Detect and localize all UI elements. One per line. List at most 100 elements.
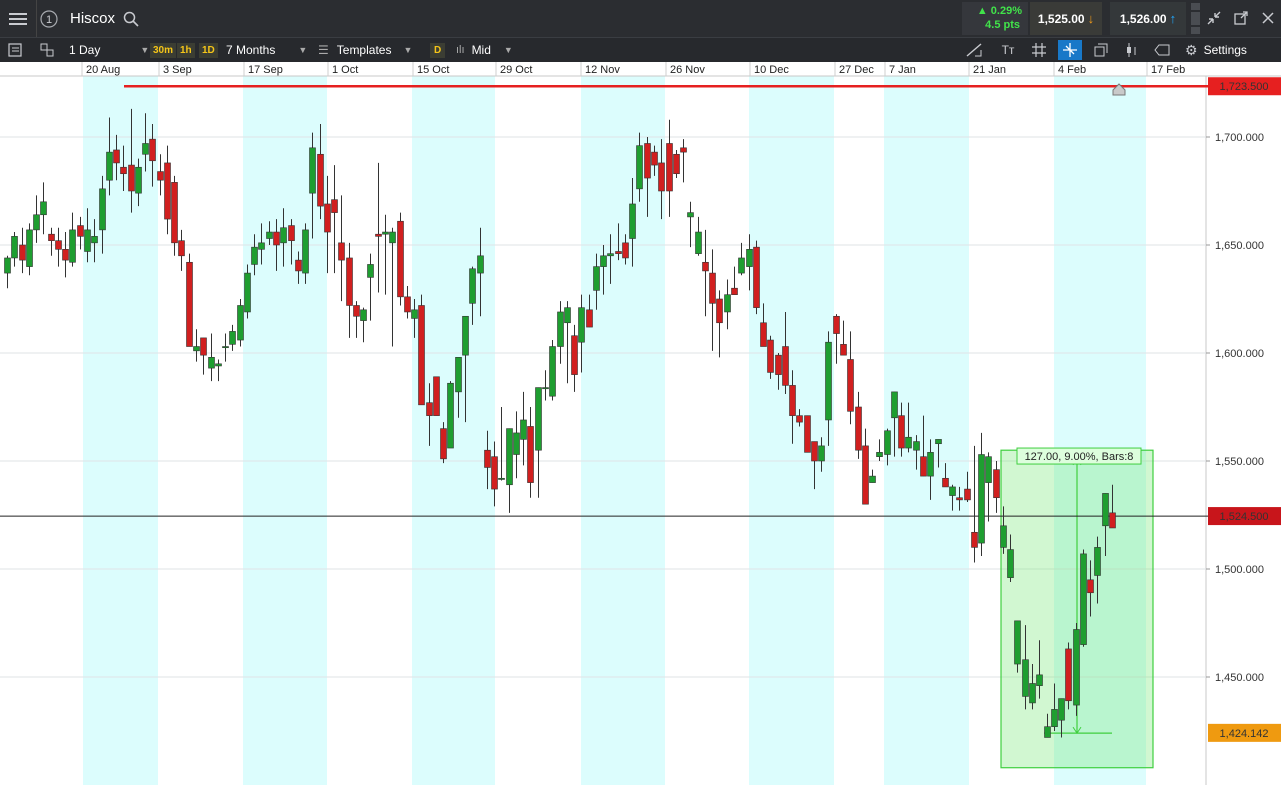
candle-up — [382, 231, 389, 235]
measure-label: 127.00, 9.00%, Bars:8 — [1025, 451, 1134, 463]
x-tick-label: 29 Oct — [500, 64, 532, 76]
one-click-icon[interactable]: 1 — [38, 8, 60, 30]
interval-1h[interactable]: 1h — [177, 43, 195, 58]
candle-up — [927, 452, 934, 477]
candle-down — [19, 244, 26, 261]
candle-up — [593, 266, 600, 291]
sell-price-button[interactable]: 1,525.00 ↓ — [1030, 2, 1102, 35]
text-icon[interactable]: Tт — [996, 41, 1020, 59]
crosshair-icon[interactable] — [1058, 40, 1082, 60]
candle-down — [157, 171, 164, 181]
templates-label: Templates — [336, 43, 392, 57]
candle-up — [208, 357, 215, 369]
candle-down — [956, 497, 963, 501]
candle-down — [331, 199, 338, 213]
candle-up — [1051, 709, 1058, 727]
candle-up — [91, 236, 98, 244]
search-icon[interactable] — [122, 10, 140, 28]
candle-up — [818, 445, 825, 462]
candle-up — [4, 257, 11, 274]
candle-down — [571, 335, 578, 375]
candle-down — [484, 449, 491, 468]
candle-up — [695, 231, 702, 254]
grid-icon[interactable] — [1028, 41, 1050, 59]
candle-icon[interactable] — [1120, 41, 1142, 59]
candle-up — [309, 147, 316, 194]
x-tick-label: 1 Oct — [332, 64, 358, 76]
candle-up — [280, 227, 287, 244]
candle-up — [884, 430, 891, 455]
menu-icon[interactable] — [0, 0, 37, 37]
candle-down — [658, 162, 665, 192]
price-type-select[interactable]: ılı Mid ▼ — [456, 38, 513, 62]
candle-up — [69, 229, 76, 263]
candle-down — [113, 149, 120, 164]
candle-up — [520, 419, 527, 440]
scroll-icon[interactable] — [1190, 3, 1201, 34]
x-tick-label: 21 Jan — [973, 64, 1006, 76]
label-icon[interactable] — [1150, 41, 1174, 59]
candle-down — [615, 251, 622, 254]
candle-up — [477, 255, 484, 274]
candle-down — [855, 406, 862, 451]
candle-up — [215, 363, 222, 367]
resistance-label: 1,723.500 — [1220, 81, 1269, 93]
interval-30m[interactable]: 30m — [150, 43, 177, 58]
candle-down — [77, 225, 84, 237]
close-icon[interactable] — [1258, 8, 1278, 28]
svg-text:1: 1 — [46, 14, 52, 26]
daily-change: ▲ 0.29% 4.5 pts — [962, 2, 1028, 35]
candle-up — [389, 231, 396, 244]
candle-down — [200, 337, 207, 356]
draw-line-icon[interactable] — [962, 41, 986, 59]
interval-1d[interactable]: 1D — [199, 43, 218, 58]
x-tick-label: 3 Sep — [163, 64, 192, 76]
candle-down — [651, 151, 658, 166]
buy-price-button[interactable]: 1,526.00 ↑ — [1110, 2, 1186, 35]
candle-down — [375, 233, 382, 237]
range-select[interactable]: 7 Months ▼ — [226, 38, 307, 62]
candle-down — [120, 166, 127, 175]
candle-up — [222, 346, 229, 349]
candle-down — [1065, 648, 1072, 702]
candle-down — [324, 203, 331, 233]
x-tick-label: 20 Aug — [86, 64, 120, 76]
settings-button[interactable]: ⚙ Settings — [1185, 38, 1247, 62]
d-badge[interactable]: D — [430, 43, 446, 58]
layout-icon[interactable] — [4, 41, 26, 59]
y-tick-label: 1,550.000 — [1215, 456, 1264, 468]
candle-down — [353, 305, 360, 317]
candle-down — [178, 240, 185, 257]
candle-down — [397, 220, 404, 298]
candle-up — [891, 391, 898, 419]
candle-up — [251, 246, 258, 265]
popout-icon[interactable] — [1230, 8, 1252, 28]
sell-price: 1,525.00 — [1037, 11, 1085, 26]
candle-down — [753, 246, 760, 308]
candle-down — [164, 162, 171, 220]
candle-up — [498, 477, 505, 480]
candle-down — [964, 488, 971, 501]
candle-down — [338, 242, 345, 261]
collapse-icon[interactable] — [1204, 8, 1224, 28]
candle-down — [55, 240, 62, 250]
x-tick-label: 10 Dec — [754, 64, 789, 76]
interval-select[interactable]: 1 Day ▼ — [69, 38, 149, 62]
candle-down — [346, 257, 353, 306]
candle-up — [557, 311, 564, 347]
candle-up — [469, 268, 476, 304]
candle-down — [440, 428, 447, 460]
chart-type-icon[interactable] — [36, 41, 58, 59]
windows-icon[interactable] — [1090, 41, 1112, 59]
candle-down — [418, 305, 425, 406]
candle-up — [1073, 629, 1080, 706]
candlestick-chart[interactable]: 20 Aug 3 Sep 17 Sep 1 Oct 15 Oct 29 Oct 12 Nov… — [0, 62, 1281, 785]
candle-up — [1014, 620, 1021, 665]
y-tick-label: 1,500.000 — [1215, 564, 1264, 576]
candle-up — [411, 309, 418, 319]
candle-up — [193, 346, 200, 352]
templates-select[interactable]: ☰ Templates ▼ — [318, 38, 412, 62]
candle-up — [302, 229, 309, 274]
candle-down — [171, 182, 178, 244]
candle-down — [62, 249, 69, 261]
